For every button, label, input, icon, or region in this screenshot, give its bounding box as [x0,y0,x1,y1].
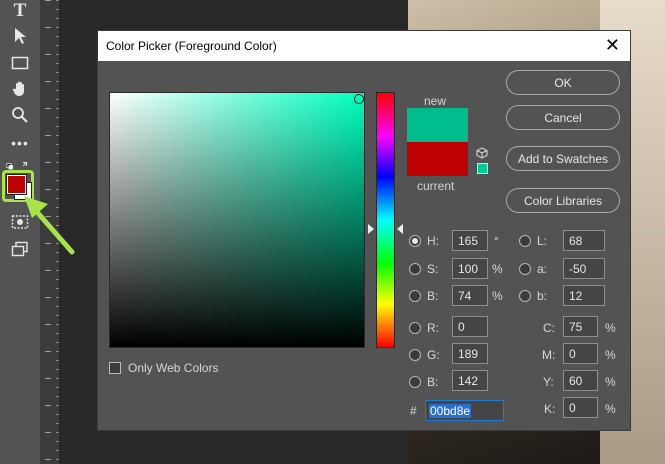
color-picker-dialog: Color Picker (Foreground Color) ✕ Only W… [97,30,631,431]
lab-a-radio[interactable] [519,263,531,275]
hue-slider-left-handle[interactable] [368,224,374,234]
brightness-label: B: [427,289,439,303]
saturation-unit: % [492,262,503,276]
blue-label: B: [427,375,439,389]
add-to-swatches-button[interactable]: Add to Swatches [506,146,620,171]
brightness-unit: % [492,289,503,303]
green-radio[interactable] [409,349,421,361]
red-radio[interactable] [409,322,421,334]
dialog-titlebar[interactable]: Color Picker (Foreground Color) ✕ [98,31,630,61]
cyan-label: C: [543,321,555,335]
saturation-input[interactable]: 100 [452,258,488,279]
red-label: R: [427,321,439,335]
saturation-radio[interactable] [409,263,421,275]
zoom-tool-icon[interactable] [8,104,32,126]
hue-unit: ° [494,234,499,248]
blue-radio[interactable] [409,376,421,388]
blue-input[interactable]: 142 [452,370,488,391]
color-field[interactable] [109,92,365,348]
new-color-swatch [407,108,468,142]
hue-radio[interactable] [409,235,421,247]
hue-label: H: [427,234,439,248]
saturation-label: S: [427,262,439,276]
hue-slider-right-handle[interactable] [397,224,403,234]
hex-label: # [410,404,417,418]
close-icon[interactable]: ✕ [605,36,620,54]
magenta-input[interactable]: 0 [563,343,598,364]
green-label: G: [427,348,440,362]
lab-b-label: b: [537,289,548,303]
ok-button[interactable]: OK [506,70,620,95]
new-color-label: new [424,94,447,108]
brightness-radio[interactable] [409,290,421,302]
path-selection-tool-icon[interactable] [8,25,32,47]
black-input[interactable]: 0 [563,397,598,418]
hex-input[interactable]: 00bd8e [425,400,504,421]
magenta-label: M: [542,348,556,362]
web-safe-cube-icon[interactable] [476,147,488,159]
only-web-colors-checkbox[interactable] [109,362,121,374]
cyan-unit: % [605,321,616,335]
color-field-marker[interactable] [354,94,364,104]
magenta-unit: % [605,348,616,362]
annotation-arrow-icon [24,196,75,255]
yellow-label: Y: [543,375,554,389]
hue-slider[interactable] [376,92,395,348]
brightness-input[interactable]: 74 [452,285,488,306]
lab-l-label: L: [537,234,548,248]
color-libraries-button[interactable]: Color Libraries [506,188,620,213]
lab-a-label: a: [537,262,548,276]
only-web-colors-option[interactable]: Only Web Colors [109,361,218,375]
cyan-input[interactable]: 75 [563,316,598,337]
current-color-swatch[interactable] [407,142,468,176]
more-tools-icon[interactable]: ••• [8,132,32,154]
lab-l-input[interactable]: 68 [563,230,605,251]
black-label: K: [544,402,556,416]
black-unit: % [605,402,616,416]
yellow-unit: % [605,375,616,389]
web-safe-color-swatch[interactable] [477,163,488,174]
lab-b-radio[interactable] [519,290,531,302]
green-input[interactable]: 189 [452,343,488,364]
lab-l-radio[interactable] [519,235,531,247]
current-color-label: current [417,179,455,193]
hue-input[interactable]: 165 [452,230,488,251]
hand-tool-icon[interactable] [8,78,32,100]
cancel-button[interactable]: Cancel [506,105,620,130]
dialog-title: Color Picker (Foreground Color) [106,39,277,53]
lab-a-input[interactable]: -50 [563,258,605,279]
hex-value: 00bd8e [429,404,472,418]
rectangle-tool-icon[interactable] [8,52,32,74]
type-tool-icon[interactable]: T [8,0,32,22]
yellow-input[interactable]: 60 [563,370,598,391]
red-input[interactable]: 0 [452,316,488,337]
lab-b-input[interactable]: 12 [563,285,605,306]
only-web-colors-label: Only Web Colors [128,361,219,375]
